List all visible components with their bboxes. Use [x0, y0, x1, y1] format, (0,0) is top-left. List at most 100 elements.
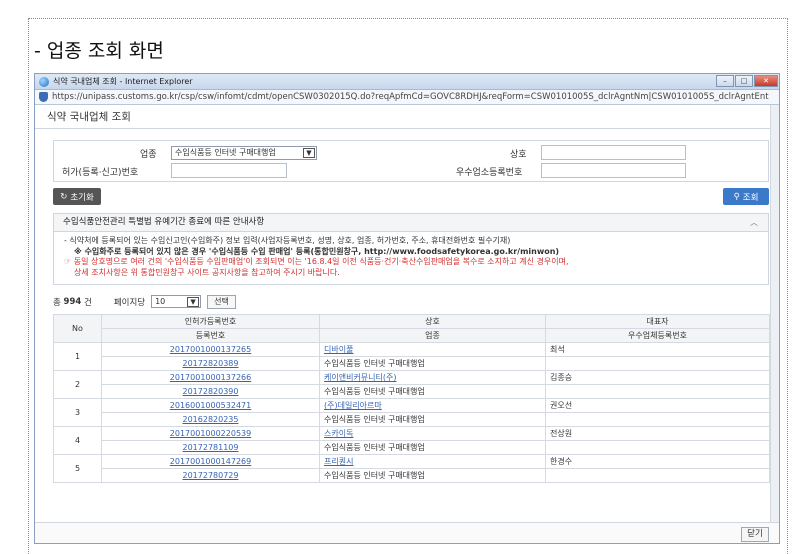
- vertical-scrollbar[interactable]: [770, 105, 779, 522]
- table-row: 4 2017001000220539 스카이독 전상원: [53, 426, 770, 455]
- total-prefix: 총: [53, 297, 61, 308]
- minimize-button[interactable]: –: [716, 74, 734, 87]
- license-link[interactable]: 2017001000137266: [170, 373, 251, 382]
- firm-input[interactable]: [541, 145, 686, 160]
- rep-cell: 김종승: [545, 370, 770, 385]
- footer-bar: 닫기: [35, 522, 779, 543]
- address-bar[interactable]: https://unipass.customs.go.kr/csp/csw/in…: [35, 90, 779, 105]
- license-link[interactable]: 2017001000137265: [170, 345, 251, 354]
- window-close-button[interactable]: ✕: [754, 74, 778, 87]
- excellent-cell: [545, 412, 770, 427]
- table-header-row: 등록번호 업종 우수업체등록번호: [54, 328, 770, 343]
- rep-cell: 최석: [545, 342, 770, 357]
- industry-cell: 수입식품등 인터넷 구매대행업: [319, 468, 546, 483]
- chevron-down-icon: ▼: [187, 297, 200, 307]
- industry-select-value: 수입식품등 인터넷 구매대행업: [175, 148, 276, 157]
- notice-title: 수입식품안전관리 특별법 유예기간 종료에 따른 안내사항: [63, 217, 265, 227]
- header-excellent: 우수업체등록번호: [545, 328, 770, 343]
- notice-line-1: - 식약처에 등록되어 있는 수입신고인(수입화주) 정보 입력(사업자등록번호…: [64, 236, 511, 245]
- notice-panel: 수입식품안전관리 특별법 유예기간 종료에 따른 안내사항 ︿ - 식약처에 등…: [53, 213, 769, 285]
- license-input[interactable]: [171, 163, 287, 178]
- section-heading: - 업종 조회 화면: [34, 40, 164, 62]
- result-summary: 총 994 건 페이지당 10 ▼ 선택: [53, 293, 236, 310]
- notice-line-3: ☞ 동일 상호명으로 여러 건의 '수입식품등 수입판매업'이 조회되면 이는 …: [64, 257, 569, 266]
- search-form: 업종 수입식품등 인터넷 구매대행업 ▼ 상호 허가(등록·신고)번호 우수업소…: [53, 140, 769, 182]
- industry-cell: 수입식품등 인터넷 구매대행업: [319, 356, 546, 371]
- header-firm: 상호: [319, 314, 546, 329]
- firm-link[interactable]: 케이앤비커뮤니티(주): [324, 373, 396, 382]
- row-no: 2: [53, 370, 102, 399]
- per-page-label: 페이지당: [113, 297, 146, 308]
- notice-body: - 식약처에 등록되어 있는 수입신고인(수입화주) 정보 입력(사업자등록번호…: [54, 232, 768, 282]
- industry-cell: 수입식품등 인터넷 구매대행업: [319, 384, 546, 399]
- chevron-up-icon[interactable]: ︿: [750, 214, 758, 231]
- table-row: 20172780729 수입식품등 인터넷 구매대행업: [54, 468, 770, 483]
- header-registration: 등록번호: [101, 328, 320, 343]
- page-title: 식약 국내업체 조회: [35, 105, 779, 129]
- table-row: 2 2017001000137266 케이앤비커뮤니티(주) 김종승: [53, 370, 770, 399]
- industry-cell: 수입식품등 인터넷 구매대행업: [319, 440, 546, 455]
- search-icon: ⚲: [733, 191, 740, 202]
- search-button[interactable]: ⚲ 조회: [723, 188, 769, 205]
- table-row: 20172781109 수입식품등 인터넷 구매대행업: [54, 440, 770, 455]
- registration-link[interactable]: 20172780729: [183, 471, 239, 480]
- chevron-down-icon: ▼: [303, 148, 315, 158]
- table-row: 20172820390 수입식품등 인터넷 구매대행업: [54, 384, 770, 399]
- table-row: 20172820389 수입식품등 인터넷 구매대행업: [54, 356, 770, 371]
- industry-cell: 수입식품등 인터넷 구매대행업: [319, 412, 546, 427]
- results-table: No 인허가등록번호 상호 대표자 등록번호 업종 우수업체등록번호 1 201…: [53, 314, 770, 483]
- industry-label: 업종: [140, 150, 157, 160]
- license-link[interactable]: 2017001000220539: [170, 429, 251, 438]
- maximize-button[interactable]: □: [735, 74, 753, 87]
- row-no: 3: [53, 398, 102, 427]
- row-no: 5: [53, 454, 102, 483]
- excellent-cell: [545, 468, 770, 483]
- firm-label: 상호: [510, 150, 527, 160]
- window-controls: – □ ✕: [716, 74, 779, 89]
- registration-link[interactable]: 20172781109: [183, 443, 239, 452]
- reset-button[interactable]: ↻ 초기화: [53, 188, 101, 205]
- security-shield-icon: [39, 92, 48, 102]
- license-link[interactable]: 2017001000147269: [170, 457, 251, 466]
- per-page-select[interactable]: 10 ▼: [151, 295, 202, 308]
- table-row: 3 2016001000532471 (주)데일리아르마 권오선: [53, 398, 770, 427]
- registration-link[interactable]: 20172820390: [183, 387, 239, 396]
- firm-link[interactable]: (주)데일리아르마: [324, 401, 382, 410]
- table-row: 1 2017001000137265 디바이풀 최석: [53, 342, 770, 371]
- header-rep: 대표자: [545, 314, 770, 329]
- close-button[interactable]: 닫기: [741, 527, 769, 542]
- notice-line-2: ※ 수입화주로 등록되어 있지 않은 경우 '수입식품등 수입 판매업' 등록(…: [74, 246, 560, 256]
- window-title: 식약 국내업체 조회 - Internet Explorer: [53, 77, 193, 86]
- total-suffix: 건: [83, 297, 92, 308]
- address-url[interactable]: https://unipass.customs.go.kr/csp/csw/in…: [52, 92, 769, 102]
- rep-cell: 한경수: [545, 454, 770, 469]
- total-count: 994: [63, 296, 82, 307]
- license-link[interactable]: 2016001000532471: [170, 401, 251, 410]
- select-button[interactable]: 선택: [207, 294, 236, 309]
- internet-explorer-icon: [39, 76, 49, 87]
- header-no: No: [53, 314, 102, 343]
- registration-link[interactable]: 20172820389: [183, 359, 239, 368]
- excellent-cell: [545, 440, 770, 455]
- table-header-row: No 인허가등록번호 상호 대표자: [53, 314, 770, 343]
- row-no: 1: [53, 342, 102, 371]
- firm-link[interactable]: 디바이풀: [324, 345, 353, 354]
- reset-button-label: 초기화: [70, 192, 94, 203]
- notice-line-4: 상세 조치사항은 위 통합민원창구 사이트 공지사항을 참고하여 주시기 바랍니…: [74, 267, 340, 277]
- browser-window: 식약 국내업체 조회 - Internet Explorer – □ ✕ htt…: [34, 73, 780, 544]
- header-license: 인허가등록번호: [101, 314, 320, 329]
- table-row: 5 2017001000147269 프리퀀시 한경수: [53, 454, 770, 483]
- registration-link[interactable]: 20162820235: [183, 415, 239, 424]
- row-no: 4: [53, 426, 102, 455]
- excellent-cell: [545, 356, 770, 371]
- notice-header[interactable]: 수입식품안전관리 특별법 유예기간 종료에 따른 안내사항 ︿: [54, 214, 768, 232]
- excellent-label: 우수업소등록번호: [456, 168, 523, 178]
- page-title-text: 식약 국내업체 조회: [47, 111, 131, 123]
- refresh-icon: ↻: [60, 191, 68, 202]
- firm-link[interactable]: 스카이독: [324, 429, 353, 438]
- excellent-input[interactable]: [541, 163, 686, 178]
- firm-link[interactable]: 프리퀀시: [324, 457, 353, 466]
- per-page-value: 10: [155, 297, 166, 306]
- rep-cell: 전상원: [545, 426, 770, 441]
- industry-select[interactable]: 수입식품등 인터넷 구매대행업 ▼: [171, 146, 317, 160]
